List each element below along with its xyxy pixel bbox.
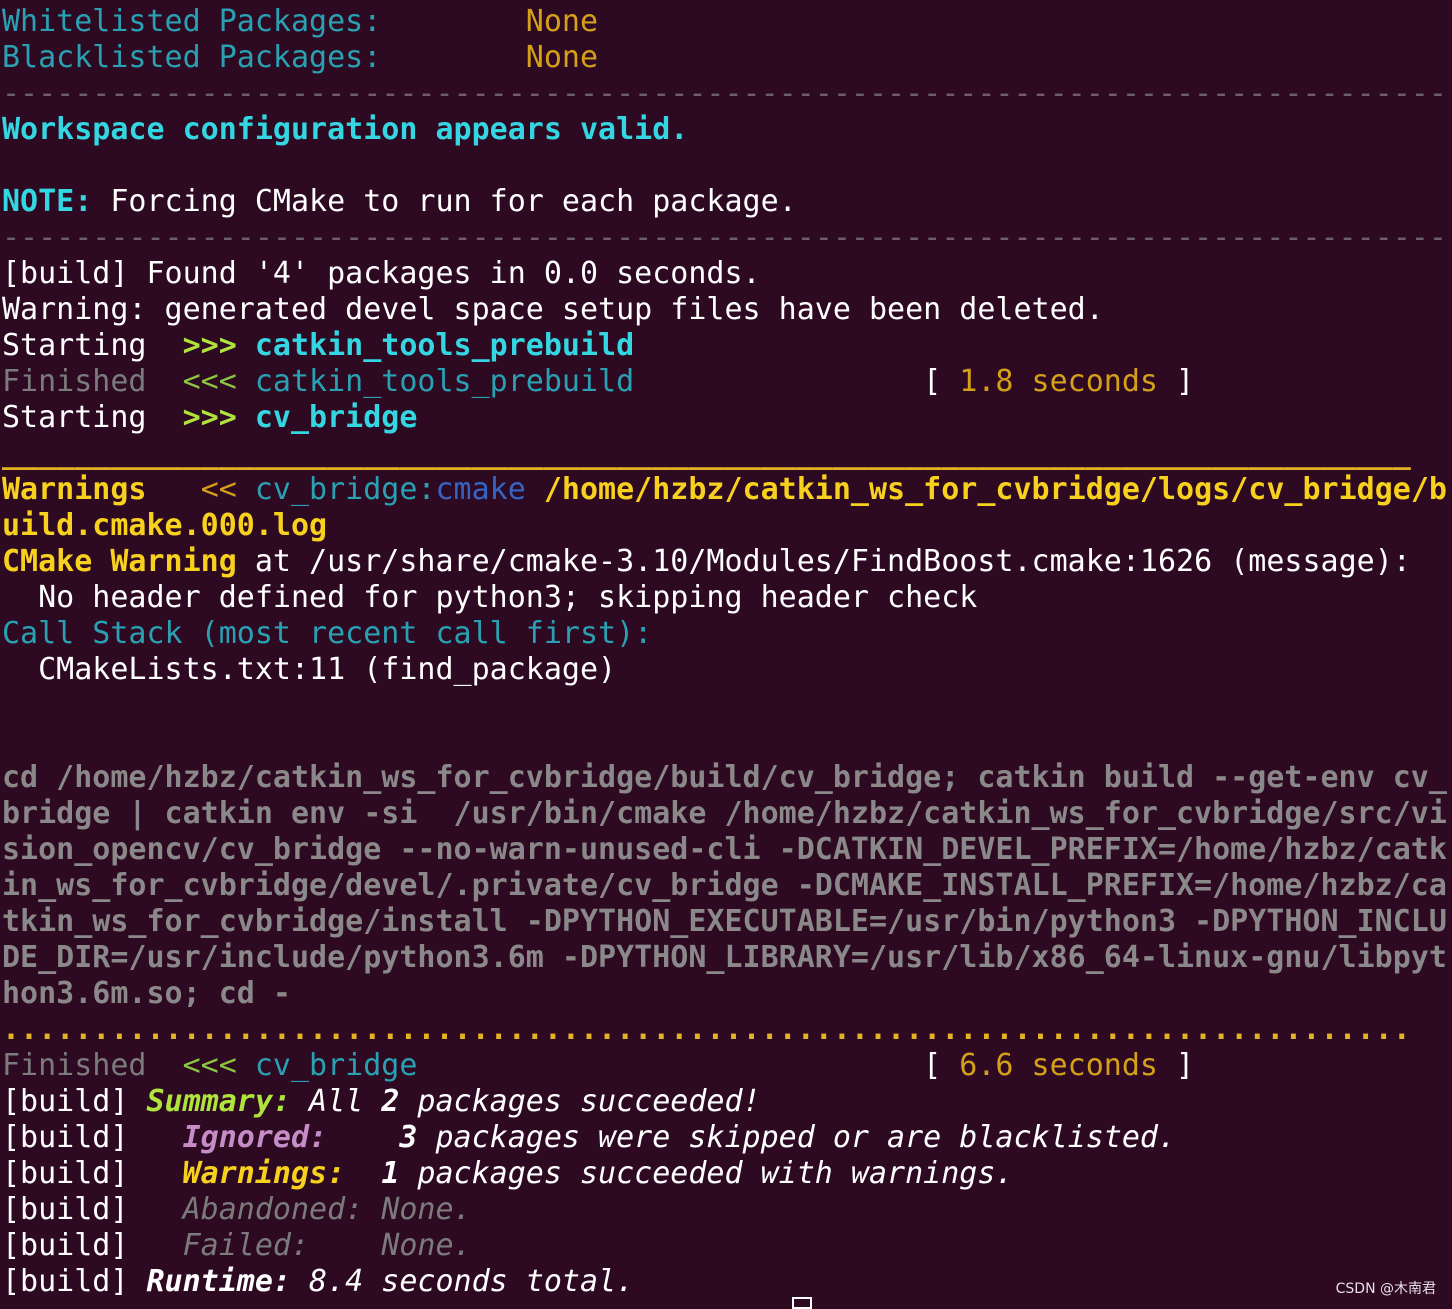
command-line: sion_opencv/cv_bridge --no-warn-unused-c… xyxy=(2,832,1447,867)
terminal-output: Whitelisted Packages: None Blacklisted P… xyxy=(2,4,1452,1300)
note-line: NOTE: Forcing CMake to run for each pack… xyxy=(2,184,1452,220)
elapsed-time: 1.8 seconds xyxy=(959,364,1158,399)
separator-line: ----------------------------------------… xyxy=(2,76,1452,111)
summary-text: packages succeeded! xyxy=(399,1084,761,1119)
blacklisted-line: Blacklisted Packages: None xyxy=(2,40,1452,76)
separator-line: ----------------------------------------… xyxy=(2,220,1452,255)
start-arrow: >>> xyxy=(182,400,237,435)
warnings-summary-label: Warnings: xyxy=(182,1156,346,1191)
call-stack-line: Call Stack (most recent call first): xyxy=(2,616,653,651)
abandoned-line: [build] Abandoned: None. xyxy=(2,1192,1452,1228)
cmakelists-line: CMakeLists.txt:11 (find_package) xyxy=(2,652,617,687)
runtime-label: Runtime: xyxy=(146,1264,292,1299)
warnings-count: 1 xyxy=(381,1156,400,1191)
summary-count: 2 xyxy=(381,1084,400,1119)
command-line: cd /home/hzbz/catkin_ws_for_cvbridge/bui… xyxy=(2,760,1447,795)
finish-arrow: <<< xyxy=(182,1048,237,1083)
runtime-text: 8.4 seconds total. xyxy=(291,1264,635,1299)
bracket-close: ] xyxy=(1176,364,1195,399)
package-name: catkin_tools_prebuild xyxy=(254,364,635,399)
finished-prebuild-line: Finished <<< catkin_tools_prebuild [ 1.8… xyxy=(2,364,1452,400)
finished-label: Finished xyxy=(2,364,147,399)
command-line: DE_DIR=/usr/include/python3.6m -DPYTHON_… xyxy=(2,940,1447,975)
starting-label: Starting xyxy=(2,400,147,435)
warnings-header-line: Warnings << cv_bridge:cmake /home/hzbz/c… xyxy=(2,472,1447,507)
cmake-warning-text: at /usr/share/cmake-3.10/Modules/FindBoo… xyxy=(236,544,1411,579)
found-packages-line: [build] Found '4' packages in 0.0 second… xyxy=(2,256,761,291)
bracket-open: [ xyxy=(923,1048,942,1083)
finished-cv-bridge-line: Finished <<< cv_bridge [ 6.6 seconds ] xyxy=(2,1048,1452,1084)
package-name: catkin_tools_prebuild xyxy=(254,328,635,363)
warnings-label: Warnings xyxy=(2,472,147,507)
command-line: tkin_ws_for_cvbridge/install -DPYTHON_EX… xyxy=(2,904,1447,939)
cmake-warning-label: CMake Warning xyxy=(2,544,237,579)
abandoned-value: None. xyxy=(381,1192,472,1227)
start-arrow: >>> xyxy=(182,328,237,363)
starting-prebuild-line: Starting >>> catkin_tools_prebuild xyxy=(2,328,1452,364)
abandoned-label: Abandoned: xyxy=(182,1192,364,1227)
underline-separator: ________________________________________… xyxy=(2,436,1411,471)
log-path-continued: uild.cmake.000.log xyxy=(2,508,328,543)
package-name: cv_bridge xyxy=(254,472,418,507)
build-prefix: [build] xyxy=(2,1192,129,1227)
bracket-close: ] xyxy=(1176,1048,1195,1083)
package-name: cv_bridge xyxy=(254,400,418,435)
build-prefix: [build] xyxy=(2,1264,129,1299)
note-label: NOTE: xyxy=(2,184,93,219)
terminal-cursor xyxy=(792,1297,812,1309)
warnings-summary-line: [build] Warnings: 1 packages succeeded w… xyxy=(2,1156,1452,1192)
elapsed-time: 6.6 seconds xyxy=(959,1048,1158,1083)
ignored-text: packages were skipped or are blacklisted… xyxy=(417,1120,1177,1155)
bracket-open: [ xyxy=(923,364,942,399)
blacklisted-value: None xyxy=(525,40,599,75)
warnings-arrow: << xyxy=(200,472,237,507)
warnings-text: packages succeeded with warnings. xyxy=(399,1156,1014,1191)
ignored-count: 3 xyxy=(399,1120,418,1155)
no-header-line: No header defined for python3; skipping … xyxy=(2,580,978,615)
build-prefix: [build] xyxy=(2,1120,129,1155)
failed-value: None. xyxy=(381,1228,472,1263)
summary-line: [build] Summary: All 2 packages succeede… xyxy=(2,1084,1452,1120)
finish-arrow: <<< xyxy=(182,364,237,399)
cmake-warning-line: CMake Warning at /usr/share/cmake-3.10/M… xyxy=(2,544,1452,580)
ignored-label: Ignored: xyxy=(182,1120,328,1155)
failed-label: Failed: xyxy=(182,1228,310,1263)
command-line: bridge | catkin env -si /usr/bin/cmake /… xyxy=(2,796,1447,831)
warning-deleted-line: Warning: generated devel space setup fil… xyxy=(2,292,1104,327)
build-prefix: [build] xyxy=(2,1084,129,1119)
build-prefix: [build] xyxy=(2,1228,129,1263)
starting-cv-bridge-line: Starting >>> cv_bridge xyxy=(2,400,1452,436)
ignored-line: [build] Ignored: 3 packages were skipped… xyxy=(2,1120,1452,1156)
note-text: Forcing CMake to run for each package. xyxy=(92,184,797,219)
watermark: CSDN @木南君 xyxy=(1335,1281,1436,1297)
build-prefix: [build] xyxy=(2,1156,129,1191)
summary-label: Summary: xyxy=(146,1084,292,1119)
blacklisted-label: Blacklisted Packages: xyxy=(2,40,382,75)
finished-label: Finished xyxy=(2,1048,147,1083)
failed-line: [build] Failed: None. xyxy=(2,1228,1452,1264)
warnings-stage: cmake xyxy=(435,472,526,507)
whitelisted-value: None xyxy=(525,4,599,39)
summary-all: All xyxy=(291,1084,382,1119)
package-name: cv_bridge xyxy=(254,1048,418,1083)
command-line: hon3.6m.so; cd - xyxy=(2,976,291,1011)
workspace-valid-message: Workspace configuration appears valid. xyxy=(2,112,689,147)
dot-separator: ........................................… xyxy=(2,1012,1411,1047)
whitelisted-line: Whitelisted Packages: None xyxy=(2,4,1452,40)
command-line: in_ws_for_cvbridge/devel/.private/cv_bri… xyxy=(2,868,1447,903)
runtime-line: [build] Runtime: 8.4 seconds total. xyxy=(2,1264,1452,1300)
starting-label: Starting xyxy=(2,328,147,363)
whitelisted-label: Whitelisted Packages: xyxy=(2,4,382,39)
log-path: /home/hzbz/catkin_ws_for_cvbridge/logs/c… xyxy=(543,472,1447,507)
